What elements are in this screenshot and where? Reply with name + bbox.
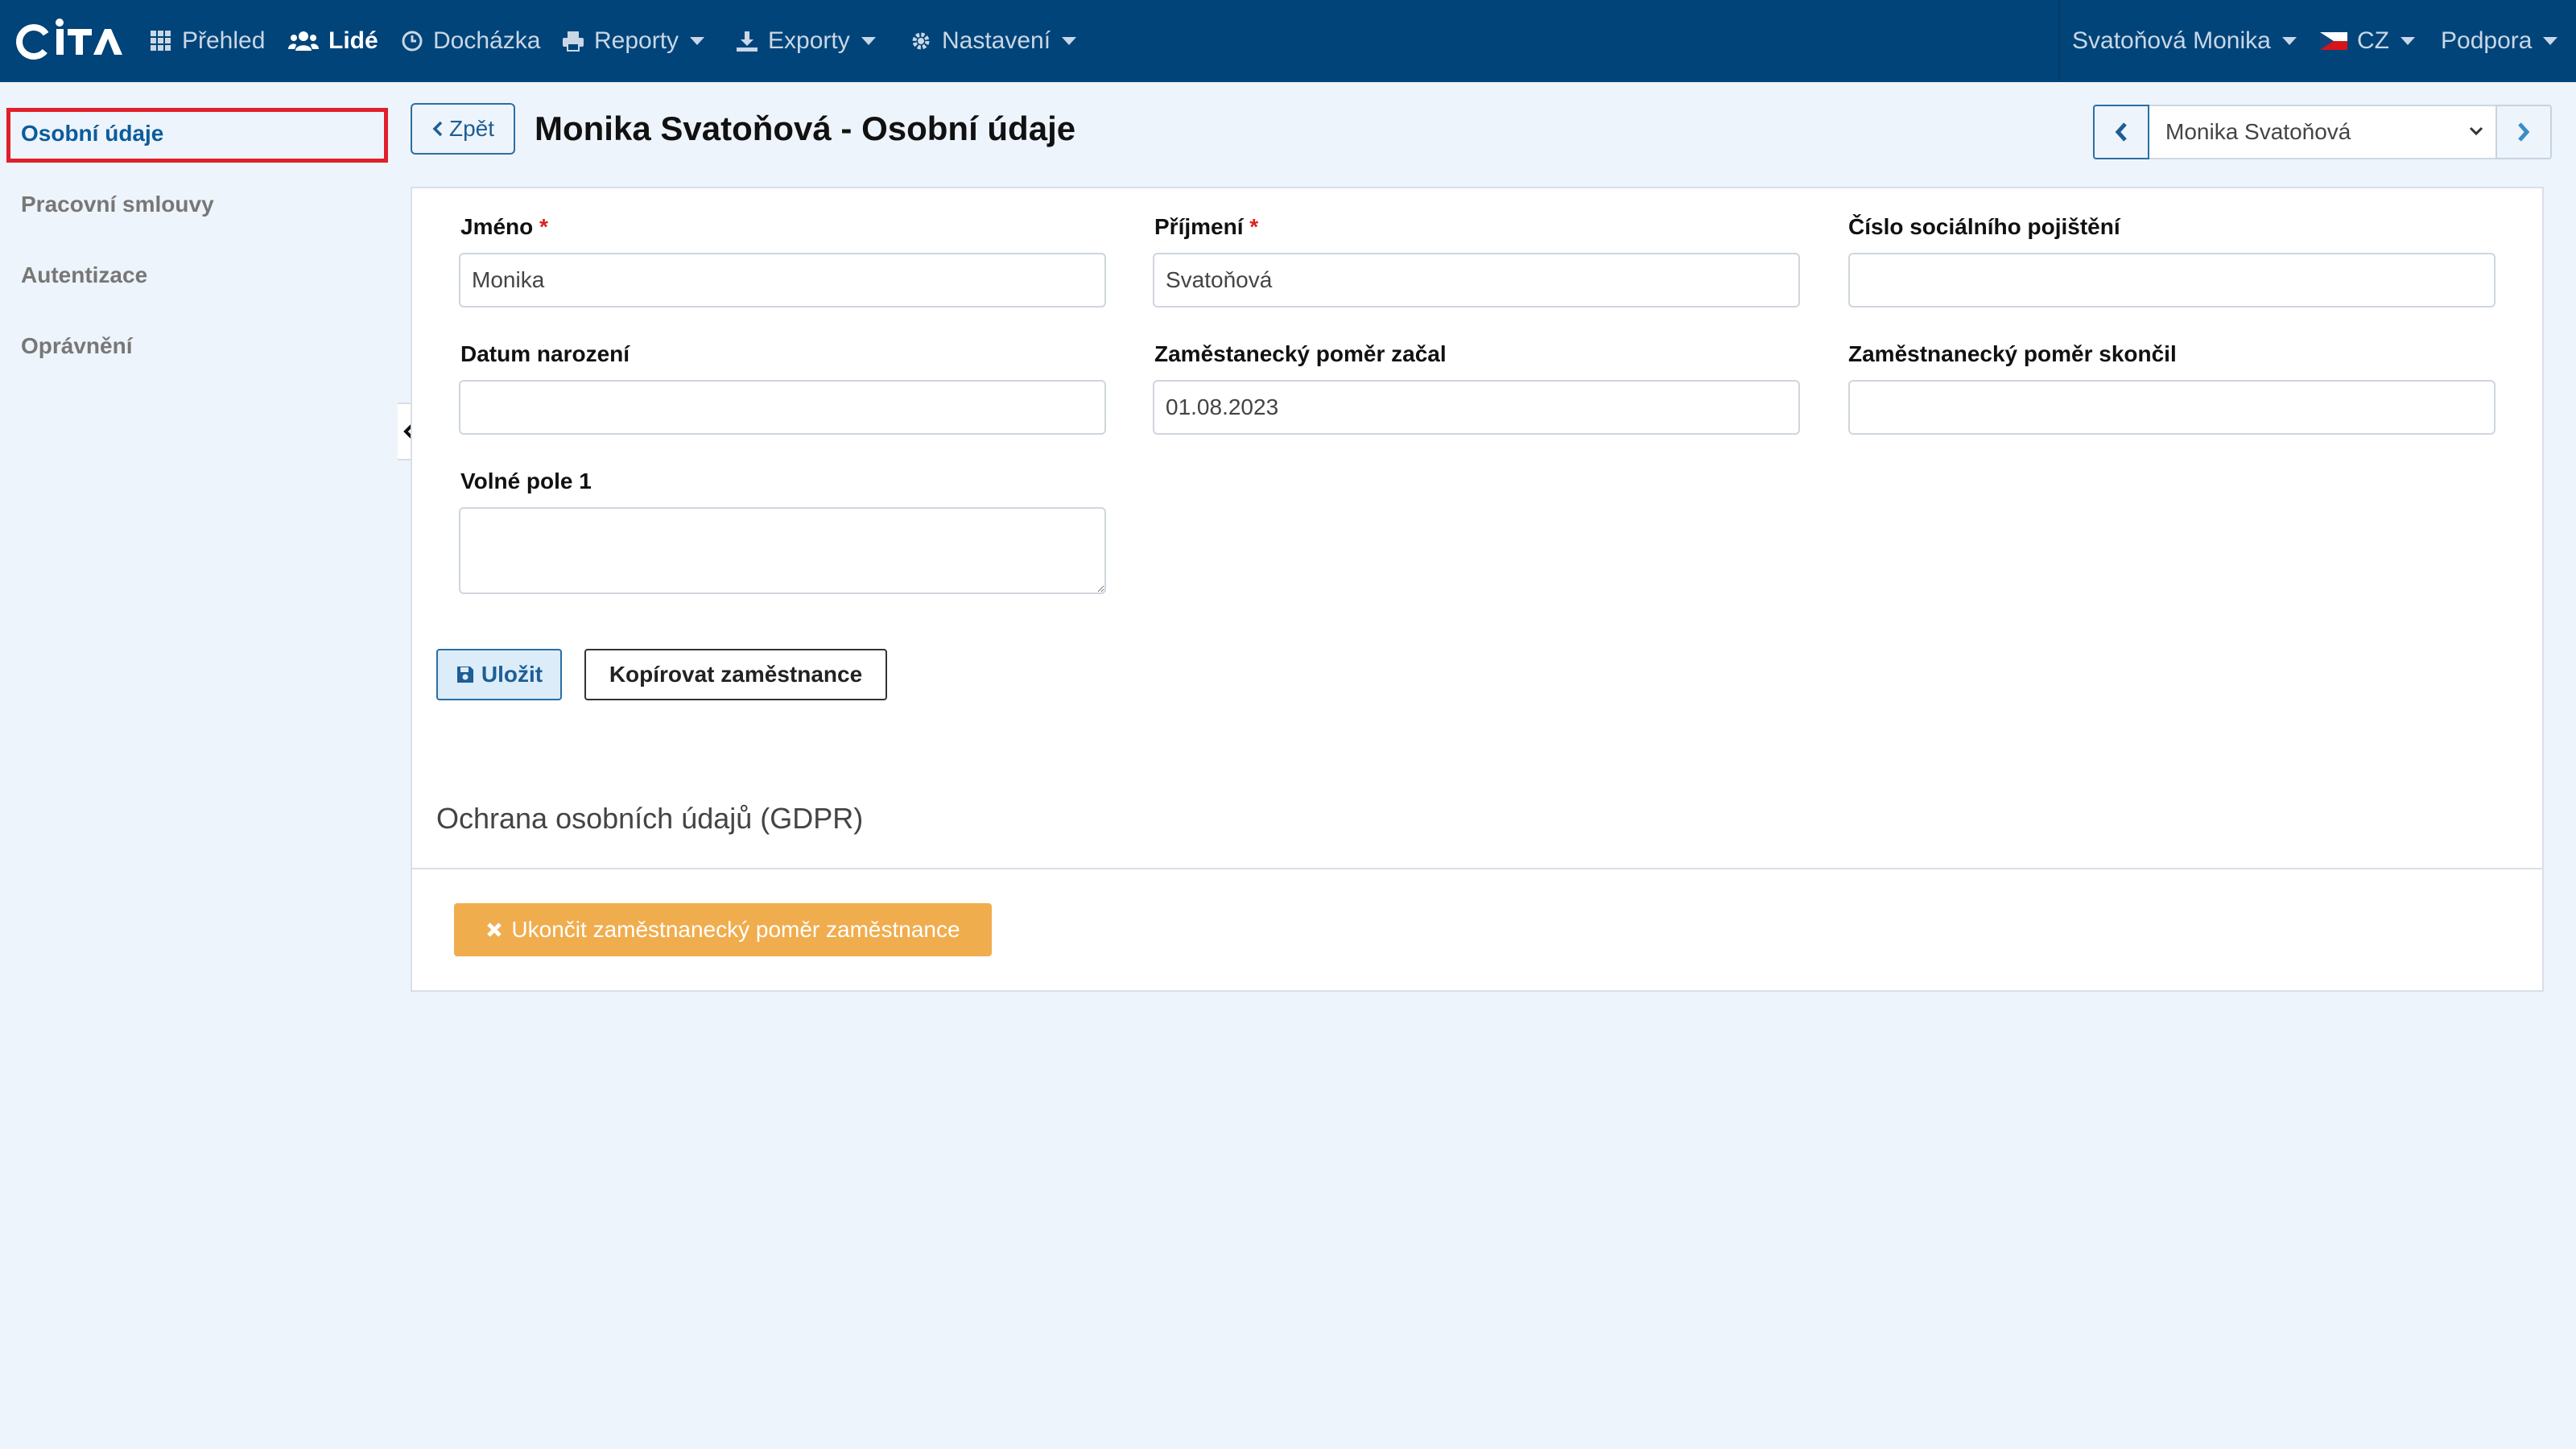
nav-prehled-label: Přehled (182, 27, 266, 54)
birth-date-label: Datum narození (460, 341, 630, 366)
user-name: Svatoňová Monika (2072, 27, 2271, 54)
chevron-down-icon (2543, 37, 2558, 45)
employee-select-value: Monika Svatoňová (2165, 119, 2351, 144)
last-name-input[interactable] (1153, 253, 1800, 308)
sidebar-item-autentizace[interactable]: Autentizace (21, 262, 147, 288)
nav-lide-label: Lidé (328, 27, 378, 54)
required-mark: * (1249, 214, 1259, 239)
czech-flag-icon (2320, 32, 2347, 50)
next-employee-button[interactable] (2496, 105, 2552, 159)
free-field-1-label: Volné pole 1 (460, 469, 592, 493)
chevron-down-icon (2401, 37, 2415, 45)
users-icon (288, 30, 319, 52)
employment-end-label: Zaměstnanecký poměr skončil (1848, 341, 2177, 366)
grid-icon (150, 30, 172, 52)
nav-nastaveni[interactable]: Nastavení (910, 0, 1077, 82)
language-menu[interactable]: CZ (2320, 0, 2415, 82)
sidebar-item-pracovni-smlouvy[interactable]: Pracovní smlouvy (21, 192, 214, 217)
nav-prehled[interactable]: Přehled (150, 0, 265, 82)
floppy-disk-icon (456, 667, 473, 683)
back-label: Zpět (448, 116, 495, 141)
copy-employee-button[interactable]: Kopírovat zaměstnance (584, 649, 887, 700)
language-label: CZ (2357, 27, 2389, 54)
clock-icon (401, 30, 423, 52)
back-button[interactable]: Zpět (411, 103, 515, 155)
nav-nastaveni-label: Nastavení (942, 27, 1051, 54)
section-divider (412, 868, 2542, 869)
chevron-down-icon (1062, 37, 1077, 45)
employment-start-label: Zaměstanecký poměr začal (1154, 341, 1447, 366)
first-name-input[interactable] (459, 253, 1106, 308)
employment-start-input[interactable] (1153, 380, 1800, 435)
print-icon (562, 30, 584, 52)
end-employment-label: Ukončit zaměstnanecký poměr zaměstnance (511, 917, 960, 942)
export-icon (736, 30, 758, 52)
nav-reporty[interactable]: Reporty (562, 0, 705, 82)
insurance-number-input[interactable] (1848, 253, 2496, 308)
save-label: Uložit (481, 662, 543, 687)
navbar-divider (2058, 0, 2060, 82)
nav-reporty-label: Reporty (594, 27, 679, 54)
user-menu[interactable]: Svatoňová Monika (2072, 0, 2297, 82)
first-name-label: Jméno * (460, 214, 548, 239)
chevron-left-icon (2115, 122, 2127, 142)
previous-employee-button[interactable] (2093, 105, 2149, 159)
employment-end-input[interactable] (1848, 380, 2496, 435)
chevron-left-icon (432, 121, 443, 137)
nav-exporty-label: Exporty (768, 27, 850, 54)
chevron-down-icon (2281, 37, 2297, 45)
chevron-down-icon (690, 37, 705, 45)
cita-logo[interactable] (14, 18, 124, 66)
required-mark: * (539, 214, 548, 239)
nav-dochazka-label: Docházka (433, 27, 541, 54)
gdpr-section-title: Ochrana osobních údajů (GDPR) (436, 802, 864, 835)
insurance-number-label: Číslo sociálního pojištění (1848, 214, 2120, 239)
chevron-down-icon (2469, 126, 2483, 136)
nav-lide[interactable]: Lidé (288, 0, 378, 82)
chevron-right-icon (2518, 122, 2530, 142)
support-menu[interactable]: Podpora (2441, 0, 2558, 82)
nav-dochazka[interactable]: Docházka (401, 0, 540, 82)
top-navbar: Přehled Lidé Docházka Reporty Exporty Na… (0, 0, 2576, 82)
sidebar-item-opravneni[interactable]: Oprávnění (21, 333, 132, 359)
end-employment-button[interactable]: Ukončit zaměstnanecký poměr zaměstnance (454, 903, 992, 956)
support-label: Podpora (2441, 27, 2533, 54)
page-title: Monika Svatoňová - Osobní údaje (535, 109, 1076, 147)
chevron-down-icon (861, 37, 876, 45)
nav-exporty[interactable]: Exporty (736, 0, 876, 82)
last-name-label: Příjmení * (1154, 214, 1259, 239)
save-button[interactable]: Uložit (436, 649, 562, 700)
free-field-1-textarea[interactable] (459, 507, 1106, 594)
birth-date-input[interactable] (459, 380, 1106, 435)
sidebar-item-osobni-udaje[interactable]: Osobní údaje (21, 121, 163, 147)
employee-select[interactable]: Monika Svatoňová (2149, 105, 2496, 159)
gear-icon (910, 30, 932, 52)
close-icon (487, 923, 502, 937)
